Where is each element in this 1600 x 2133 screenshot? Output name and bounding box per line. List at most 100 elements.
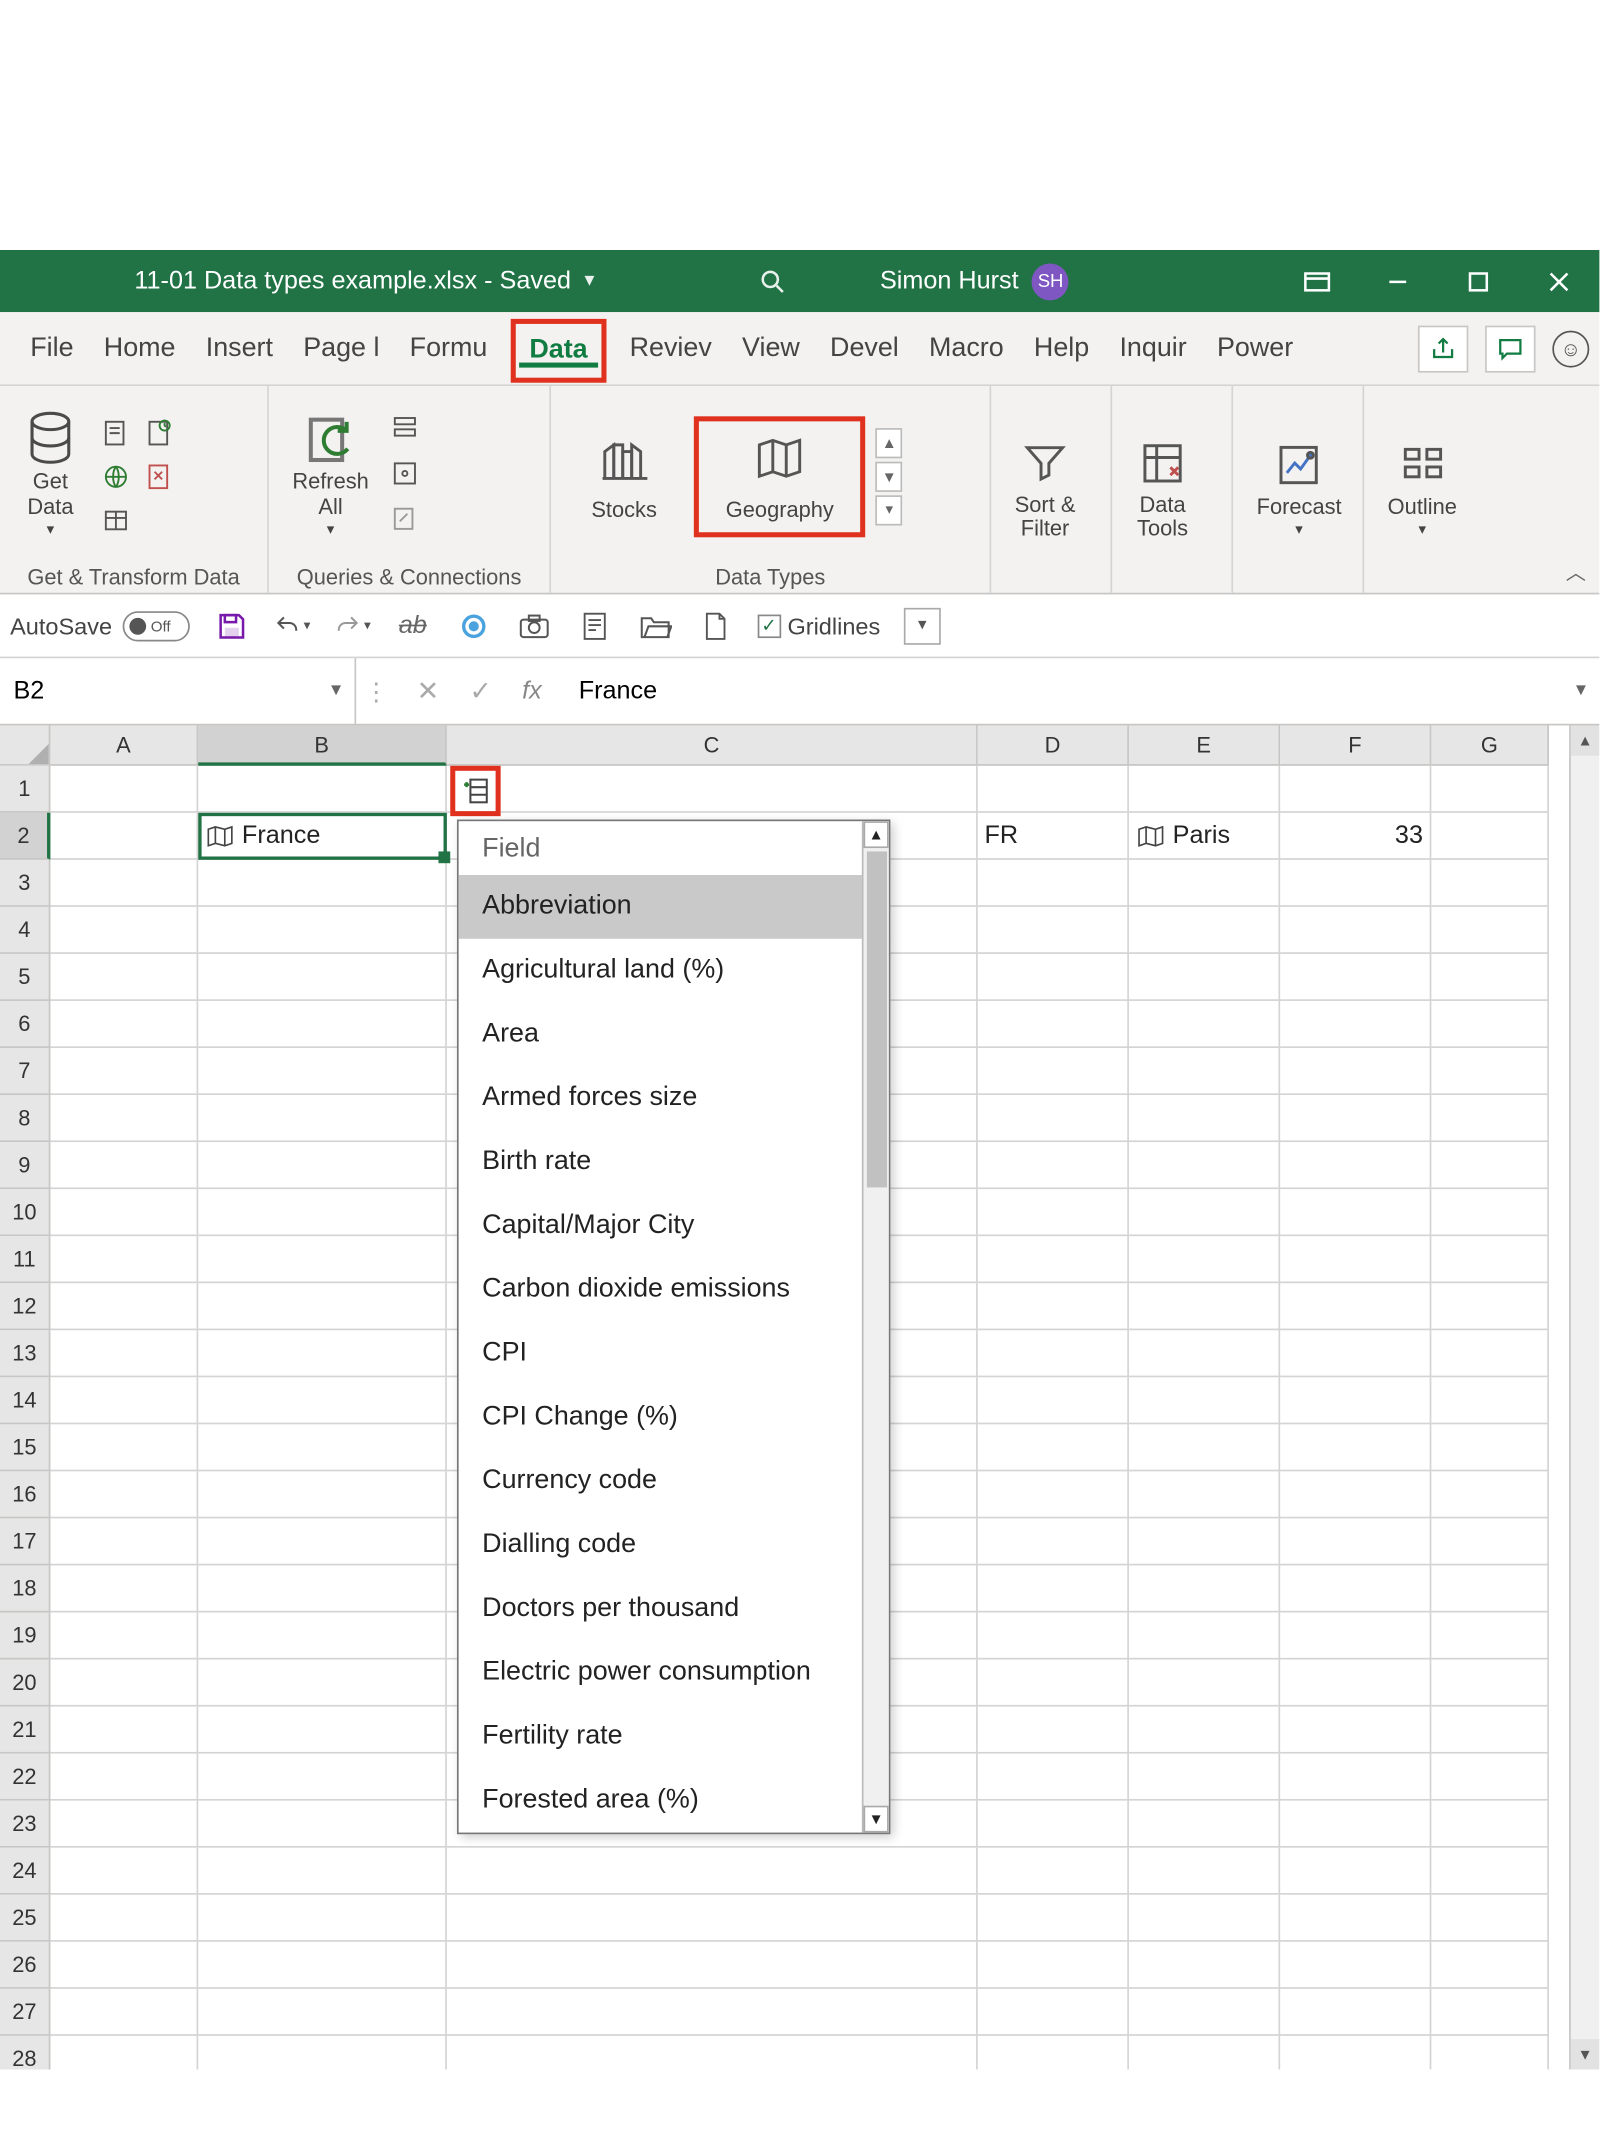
cell[interactable] [198,1001,447,1048]
autosave-toggle[interactable]: AutoSave Off [10,610,189,640]
cell[interactable] [1431,1707,1549,1754]
cell[interactable] [50,1377,198,1424]
cell[interactable] [1280,1518,1431,1565]
cell[interactable] [50,1518,198,1565]
enter-formula-icon[interactable]: ✓ [469,674,492,708]
cell[interactable] [1431,1283,1549,1330]
cell[interactable] [1280,2036,1431,2070]
cell[interactable] [1129,1095,1280,1142]
tab-macros[interactable]: Macro [922,311,1010,385]
cell[interactable] [1129,1801,1280,1848]
cell[interactable] [1129,1895,1280,1942]
cell[interactable] [1431,1660,1549,1707]
cell[interactable] [1280,1471,1431,1518]
column-header-D[interactable]: D [978,725,1129,765]
cell[interactable] [1129,1189,1280,1236]
properties-icon[interactable] [389,458,419,493]
tab-power[interactable]: Power [1210,311,1300,385]
cell[interactable] [198,1565,447,1612]
cell[interactable] [978,954,1129,1001]
cell[interactable] [198,1660,447,1707]
cell[interactable] [447,1848,978,1895]
maximize-button[interactable] [1438,250,1519,312]
cell[interactable] [1431,1142,1549,1189]
row-header[interactable]: 2 [0,813,50,860]
gridlines-toggle[interactable]: ✓Gridlines [757,612,880,639]
cell[interactable] [978,1236,1129,1283]
cell[interactable] [50,954,198,1001]
row-header[interactable]: 10 [0,1189,50,1236]
cell[interactable] [1129,1660,1280,1707]
cell[interactable] [1431,907,1549,954]
cell[interactable] [198,1283,447,1330]
cell[interactable] [978,1518,1129,1565]
cell[interactable] [1280,1801,1431,1848]
cell[interactable] [50,813,198,860]
cell[interactable] [978,1942,1129,1989]
queries-connections-icon[interactable] [389,413,419,448]
cell[interactable] [198,1048,447,1095]
data-types-gallery-arrows[interactable]: ▲ ▼ ▾ [876,427,903,524]
ribbon-display-options-icon[interactable] [1277,250,1358,312]
cell[interactable] [1280,1565,1431,1612]
camera-icon[interactable] [515,607,552,644]
cell[interactable] [1129,1612,1280,1659]
field-option[interactable]: Agricultural land (%) [459,939,889,1003]
cell[interactable] [50,1754,198,1801]
cell[interactable] [1431,1189,1549,1236]
cell[interactable] [1431,860,1549,907]
cell[interactable] [1431,1377,1549,1424]
cell[interactable] [1431,1612,1549,1659]
cell[interactable] [198,1942,447,1989]
cell[interactable] [50,766,198,813]
collapse-ribbon-icon[interactable]: ︿ [1566,557,1586,586]
cell[interactable] [198,954,447,1001]
field-option[interactable]: Armed forces size [459,1066,889,1130]
cell[interactable] [1431,1989,1549,2036]
cell[interactable] [50,1612,198,1659]
cell[interactable] [1431,1942,1549,1989]
cell[interactable] [50,1142,198,1189]
cell[interactable] [978,1660,1129,1707]
cell[interactable] [1129,1283,1280,1330]
cell[interactable] [978,1189,1129,1236]
cell[interactable] [1129,2036,1280,2070]
cell[interactable] [1431,1048,1549,1095]
cell[interactable] [1129,1236,1280,1283]
row-header[interactable]: 4 [0,907,50,954]
column-header-F[interactable]: F [1280,725,1431,765]
row-header[interactable]: 8 [0,1095,50,1142]
cell[interactable] [1431,1801,1549,1848]
from-text-csv-icon[interactable] [97,414,134,451]
insert-function-icon[interactable]: fx [522,677,542,706]
row-header[interactable]: 23 [0,1801,50,1848]
formula-input[interactable]: France▼ [562,658,1599,724]
redo-icon[interactable]: ▾ [334,607,371,644]
cell[interactable] [198,1236,447,1283]
comments-button[interactable] [1485,325,1535,372]
field-option[interactable]: Carbon dioxide emissions [459,1258,889,1322]
geography-data-type-button[interactable]: Geography [694,415,866,536]
row-header[interactable]: 3 [0,860,50,907]
worksheet-grid[interactable]: A B C D E F G 12FranceFRParis33345678910… [0,725,1599,2069]
cell[interactable] [978,1895,1129,1942]
cell[interactable] [1280,1283,1431,1330]
cell[interactable] [1280,1754,1431,1801]
cell[interactable] [50,1283,198,1330]
cell[interactable] [1431,813,1549,860]
row-header[interactable]: 12 [0,1283,50,1330]
cell[interactable] [50,1895,198,1942]
undo-icon[interactable]: ▾ [273,607,310,644]
cell[interactable] [978,1048,1129,1095]
field-option[interactable]: Dialling code [459,1513,889,1577]
cell[interactable] [978,1142,1129,1189]
cell[interactable] [198,907,447,954]
cell[interactable] [50,1001,198,1048]
cell[interactable] [50,1801,198,1848]
column-header-G[interactable]: G [1431,725,1549,765]
row-header[interactable]: 11 [0,1236,50,1283]
cell[interactable] [447,766,978,813]
row-header[interactable]: 1 [0,766,50,813]
cell[interactable] [1431,1236,1549,1283]
cell[interactable] [978,907,1129,954]
